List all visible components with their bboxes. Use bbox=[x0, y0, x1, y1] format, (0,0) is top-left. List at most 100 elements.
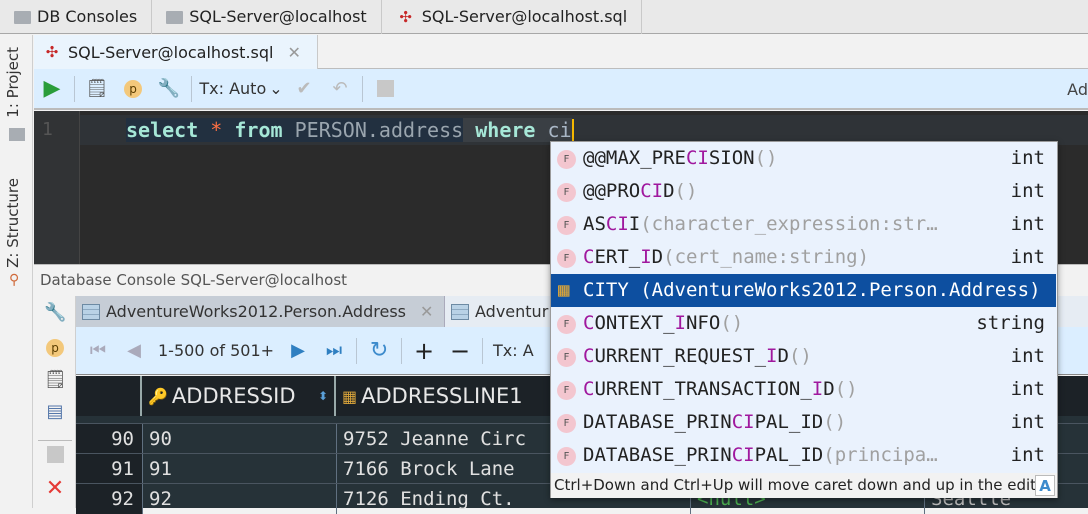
completion-type: int bbox=[1010, 180, 1045, 202]
history-icon[interactable]: 🗒 bbox=[79, 74, 115, 104]
completion-name: @@PROCID() bbox=[583, 175, 697, 208]
completion-type: string bbox=[976, 312, 1045, 334]
completion-params: () bbox=[720, 312, 744, 334]
table-icon bbox=[82, 303, 100, 320]
name-segment: DATABASE_PRIN bbox=[583, 411, 732, 433]
separator bbox=[482, 337, 484, 364]
name-segment: CI bbox=[640, 180, 664, 202]
stop-icon bbox=[376, 80, 394, 97]
p-icon: p bbox=[124, 79, 142, 98]
table-icon bbox=[451, 303, 469, 320]
completion-item[interactable]: F @@PROCID() int bbox=[551, 175, 1057, 208]
tx-mode-label: Tx: Auto bbox=[199, 79, 267, 98]
name-segment: D bbox=[777, 345, 789, 367]
keyword-select: select bbox=[126, 118, 199, 142]
p-icon: p bbox=[46, 339, 64, 357]
completion-params: () bbox=[788, 345, 812, 367]
delete-row-icon[interactable]: − bbox=[442, 336, 478, 366]
settings-wrench-icon[interactable]: 🔧 bbox=[44, 302, 66, 324]
editor-tab[interactable]: ✣ SQL-Server@localhost.sql ✕ bbox=[34, 35, 318, 69]
settings-wrench-icon[interactable]: 🔧 bbox=[151, 74, 187, 104]
tab-label: Adventur bbox=[475, 302, 549, 321]
row-number: 91 bbox=[76, 454, 142, 484]
toolbar-overflow-text: Ad bbox=[1067, 80, 1088, 99]
breadcrumb-sql-server[interactable]: SQL-Server@localhost bbox=[152, 0, 382, 34]
breadcrumb: DB Consoles SQL-Server@localhost ✣ SQL-Se… bbox=[0, 0, 1088, 34]
editor-toolbar: ▶ 🗒 p 🔧 Tx: Auto ⌄ ✔ ↶ Ad bbox=[34, 69, 1088, 110]
completion-item[interactable]: F CERT_ID(cert_name:string) int bbox=[551, 241, 1057, 274]
column-header-addressid[interactable]: 🔑 ADDRESSID ⬍ bbox=[142, 376, 336, 416]
run-icon[interactable]: ▶ bbox=[34, 74, 70, 104]
first-page-icon[interactable]: ⏮ bbox=[80, 336, 116, 366]
tx-mode-dropdown[interactable]: Tx: A bbox=[487, 341, 534, 360]
row-number: 90 bbox=[76, 424, 142, 454]
last-page-icon[interactable]: ⏭ bbox=[316, 336, 352, 366]
project-tool-tab[interactable]: 1: Project bbox=[4, 47, 22, 118]
refresh-icon[interactable]: ↻ bbox=[361, 336, 397, 366]
name-segment: DATABASE_PRIN bbox=[583, 444, 732, 466]
completion-popup: F @@MAX_PRECISION() int F @@PROCID() int F ASCI… bbox=[550, 141, 1058, 498]
close-tab-icon[interactable]: ✕ bbox=[287, 43, 300, 62]
function-icon: F bbox=[557, 315, 576, 334]
row-number-header bbox=[76, 376, 142, 416]
stop-button[interactable] bbox=[367, 74, 403, 104]
completion-item[interactable]: F DATABASE_PRINCIPAL_ID() int bbox=[551, 406, 1057, 439]
completion-item[interactable]: F CONTEXT_INFO() string bbox=[551, 307, 1057, 340]
parameters-button[interactable]: p bbox=[115, 74, 151, 104]
result-tab-address[interactable]: AdventureWorks2012.Person.Address ✕ bbox=[76, 296, 444, 327]
previous-page-icon[interactable]: ◀ bbox=[116, 336, 152, 366]
keyword-where: where bbox=[475, 118, 536, 142]
completion-item[interactable]: F CURRENT_TRANSACTION_ID() int bbox=[551, 373, 1057, 406]
function-icon: F bbox=[557, 414, 576, 433]
name-segment: CI bbox=[731, 411, 755, 433]
name-segment: I bbox=[674, 312, 686, 334]
cell-addressid[interactable]: 90 bbox=[142, 424, 172, 454]
completion-item[interactable]: F @@MAX_PRECISION() int bbox=[551, 142, 1057, 175]
editor-tab-label: SQL-Server@localhost.sql bbox=[68, 42, 274, 62]
line-gutter: 1 bbox=[34, 111, 80, 264]
history-icon[interactable]: 🗒 bbox=[44, 369, 67, 391]
completion-item[interactable]: ▦ CITY (AdventureWorks2012.Person.Address… bbox=[551, 274, 1056, 307]
completion-item[interactable]: F CURRENT_REQUEST_ID() int bbox=[551, 340, 1057, 373]
breadcrumb-sql-file[interactable]: ✣ SQL-Server@localhost.sql bbox=[382, 0, 643, 34]
code-line[interactable]: select * from PERSON.address where ci bbox=[126, 115, 574, 145]
editor-tab-bar: ✣ SQL-Server@localhost.sql ✕ bbox=[34, 35, 1088, 69]
close-console-icon[interactable]: ✕ bbox=[44, 476, 66, 501]
completion-type: int bbox=[1010, 345, 1045, 367]
name-segment: ONTEXT_ bbox=[594, 312, 675, 334]
completion-params: (principa… bbox=[823, 444, 938, 466]
cell-addressline1[interactable]: 7126 Ending Ct. bbox=[336, 484, 515, 514]
function-icon: F bbox=[557, 183, 576, 202]
commit-icon[interactable]: ✔ bbox=[286, 74, 322, 104]
tx-mode-dropdown[interactable]: Tx: Auto ⌄ bbox=[196, 74, 286, 104]
next-page-icon[interactable]: ▶ bbox=[280, 336, 316, 366]
function-icon: F bbox=[557, 381, 576, 400]
close-tab-icon[interactable]: ✕ bbox=[420, 302, 433, 321]
sort-icon[interactable]: ⬍ bbox=[318, 389, 328, 403]
page-range-label[interactable]: 1-500 of 501+ bbox=[152, 341, 280, 360]
rollback-icon[interactable]: ↶ bbox=[322, 74, 358, 104]
name-segment: D bbox=[651, 246, 664, 268]
primary-key-column-icon: 🔑 bbox=[148, 386, 168, 406]
cell-addressid[interactable]: 92 bbox=[142, 484, 172, 514]
name-segment: I bbox=[628, 213, 641, 235]
sort-alphabetically-icon[interactable]: A bbox=[1035, 475, 1055, 496]
parameters-button[interactable]: p bbox=[44, 336, 66, 358]
completion-params: (cert_name:string) bbox=[663, 246, 870, 268]
structure-icon: ⚲ bbox=[9, 272, 20, 288]
name-segment: I bbox=[640, 246, 652, 268]
completion-item[interactable]: F ASCII(character_expression:str… int bbox=[551, 208, 1057, 241]
layout-icon[interactable]: ▤ bbox=[44, 401, 66, 423]
add-row-icon[interactable]: + bbox=[406, 336, 442, 366]
breadcrumb-db-consoles[interactable]: DB Consoles bbox=[0, 0, 153, 34]
completion-item[interactable]: F DATABASE_PRINCIPAL_ID(principa… int bbox=[551, 439, 1057, 472]
stop-button[interactable] bbox=[44, 446, 66, 468]
completion-name: CURRENT_TRANSACTION_ID() bbox=[583, 373, 858, 406]
structure-tool-tab[interactable]: Z: Structure bbox=[4, 178, 22, 268]
name-segment: @@PRO bbox=[583, 180, 641, 202]
cell-addressline1[interactable]: 9752 Jeanne Circ bbox=[336, 424, 526, 454]
cell-addressline1[interactable]: 7166 Brock Lane bbox=[336, 454, 515, 484]
name-segment: PAL_ID bbox=[754, 444, 824, 466]
cell-addressid[interactable]: 91 bbox=[142, 454, 172, 484]
breadcrumb-label: SQL-Server@localhost bbox=[189, 7, 367, 26]
